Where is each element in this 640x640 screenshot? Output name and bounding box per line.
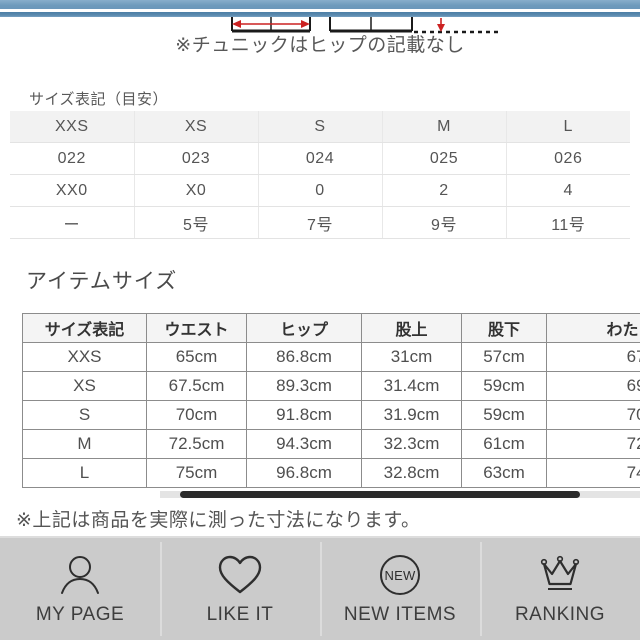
nav-label: NEW ITEMS	[343, 604, 457, 625]
size-notation-table: XXS XS S M L 022 023 024 025 026 XX0 X0 …	[10, 111, 630, 239]
table-cell: 69.1cm	[546, 371, 640, 401]
table-cell: 023	[134, 142, 259, 175]
table-cell: 70cm	[146, 400, 247, 430]
nav-item-my-page[interactable]: MY PAGE	[0, 538, 160, 640]
table-row: XXS XS S M L	[10, 111, 630, 143]
size-chart-label: サイズ表記（目安）	[29, 91, 169, 108]
table-header-row: サイズ表記 ウエスト ヒップ 股上 股下 わたりまわり	[22, 313, 640, 343]
nav-label: MY PAGE	[35, 604, 125, 625]
table-cell: X0	[134, 174, 259, 207]
table-cell: 67.5cm	[146, 371, 247, 401]
item-size-table-head: サイズ表記 ウエスト ヒップ 股上 股下 わたりまわり	[22, 313, 640, 343]
table-cell: 96.8cm	[246, 458, 362, 488]
table-cell: 75cm	[146, 458, 247, 488]
table-cell: XS	[22, 371, 147, 401]
table-cell: M	[382, 111, 507, 143]
table-cell: 4	[506, 174, 630, 207]
table-cell: S	[258, 111, 383, 143]
table-row: ー 5号 7号 9号 11号	[10, 206, 630, 239]
table-cell: M	[22, 429, 147, 459]
table-cell: 31.4cm	[361, 371, 462, 401]
item-size-table-wrapper[interactable]: サイズ表記 ウエスト ヒップ 股上 股下 わたりまわり XXS 65cm 86.…	[22, 313, 640, 489]
horizontal-scrollbar-thumb[interactable]	[180, 491, 580, 498]
column-header: ウエスト	[146, 313, 247, 343]
size-notation-table-wrapper: XXS XS S M L 022 023 024 025 026 XX0 X0 …	[10, 111, 630, 239]
table-cell: 89.3cm	[246, 371, 362, 401]
top-blue-bar	[0, 0, 640, 9]
table-cell: 026	[506, 142, 630, 175]
new-badge-icon: NEW	[377, 552, 423, 598]
table-cell: 025	[382, 142, 507, 175]
bottom-navigation-bar: MY PAGE LIKE IT NEW NEW ITEMS RANKING	[0, 536, 640, 640]
table-cell: 74.4cm	[546, 458, 640, 488]
table-cell: 57cm	[461, 342, 547, 372]
table-cell: 65cm	[146, 342, 247, 372]
person-icon	[57, 552, 103, 598]
table-cell: 7号	[258, 206, 383, 239]
table-row: M 72.5cm 94.3cm 32.3cm 61cm 72.6cm	[22, 429, 640, 459]
item-size-table-body: XXS 65cm 86.8cm 31cm 57cm 67.4cm XS 67.5…	[22, 342, 640, 488]
column-header: わたりまわり	[546, 313, 640, 343]
column-header: 股上	[361, 313, 462, 343]
table-row: XXS 65cm 86.8cm 31cm 57cm 67.4cm	[22, 342, 640, 372]
table-cell: 67.4cm	[546, 342, 640, 372]
crown-icon	[537, 552, 583, 598]
nav-label: RANKING	[514, 604, 606, 625]
table-cell: 59cm	[461, 400, 547, 430]
table-cell: 2	[382, 174, 507, 207]
table-cell: 72.6cm	[546, 429, 640, 459]
column-header: サイズ表記	[22, 313, 147, 343]
table-row: XX0 X0 0 2 4	[10, 174, 630, 207]
table-cell: XX0	[10, 174, 135, 207]
table-row: L 75cm 96.8cm 32.8cm 63cm 74.4cm	[22, 458, 640, 488]
column-header: 股下	[461, 313, 547, 343]
nav-item-like-it[interactable]: LIKE IT	[160, 538, 320, 640]
item-size-table: サイズ表記 ウエスト ヒップ 股上 股下 わたりまわり XXS 65cm 86.…	[22, 313, 640, 488]
table-cell: 024	[258, 142, 383, 175]
table-cell: S	[22, 400, 147, 430]
svg-text:NEW: NEW	[385, 568, 416, 583]
table-cell: 91.8cm	[246, 400, 362, 430]
table-cell: L	[22, 458, 147, 488]
table-row: 022 023 024 025 026	[10, 142, 630, 175]
table-cell: XXS	[10, 111, 135, 143]
table-cell: 31cm	[361, 342, 462, 372]
table-cell: L	[506, 111, 630, 143]
table-row: S 70cm 91.8cm 31.9cm 59cm 70.9cm	[22, 400, 640, 430]
column-header: ヒップ	[246, 313, 362, 343]
table-cell: XS	[134, 111, 259, 143]
table-cell: 72.5cm	[146, 429, 247, 459]
item-size-heading: アイテムサイズ	[26, 270, 178, 293]
table-cell: 5号	[134, 206, 259, 239]
table-cell: 61cm	[461, 429, 547, 459]
table-cell: 9号	[382, 206, 507, 239]
diagram-note: ※チュニックはヒップの記載なし	[175, 35, 465, 56]
table-cell: 11号	[506, 206, 630, 239]
table-cell: 59cm	[461, 371, 547, 401]
nav-label: LIKE IT	[206, 604, 274, 625]
table-cell: 0	[258, 174, 383, 207]
table-cell: 94.3cm	[246, 429, 362, 459]
browser-chrome-bars	[0, 0, 640, 17]
measurement-footnote: ※上記は商品を実際に測った寸法になります。	[16, 510, 421, 531]
heart-icon	[217, 552, 263, 598]
table-row: XS 67.5cm 89.3cm 31.4cm 59cm 69.1cm	[22, 371, 640, 401]
table-cell: 63cm	[461, 458, 547, 488]
table-cell: ー	[10, 206, 135, 239]
table-cell: XXS	[22, 342, 147, 372]
table-cell: 31.9cm	[361, 400, 462, 430]
size-notation-table-body: XXS XS S M L 022 023 024 025 026 XX0 X0 …	[10, 111, 630, 239]
table-cell: 022	[10, 142, 135, 175]
table-cell: 86.8cm	[246, 342, 362, 372]
nav-item-new-items[interactable]: NEW NEW ITEMS	[320, 538, 480, 640]
table-cell: 32.3cm	[361, 429, 462, 459]
table-cell: 32.8cm	[361, 458, 462, 488]
nav-item-ranking[interactable]: RANKING	[480, 538, 640, 640]
table-cell: 70.9cm	[546, 400, 640, 430]
